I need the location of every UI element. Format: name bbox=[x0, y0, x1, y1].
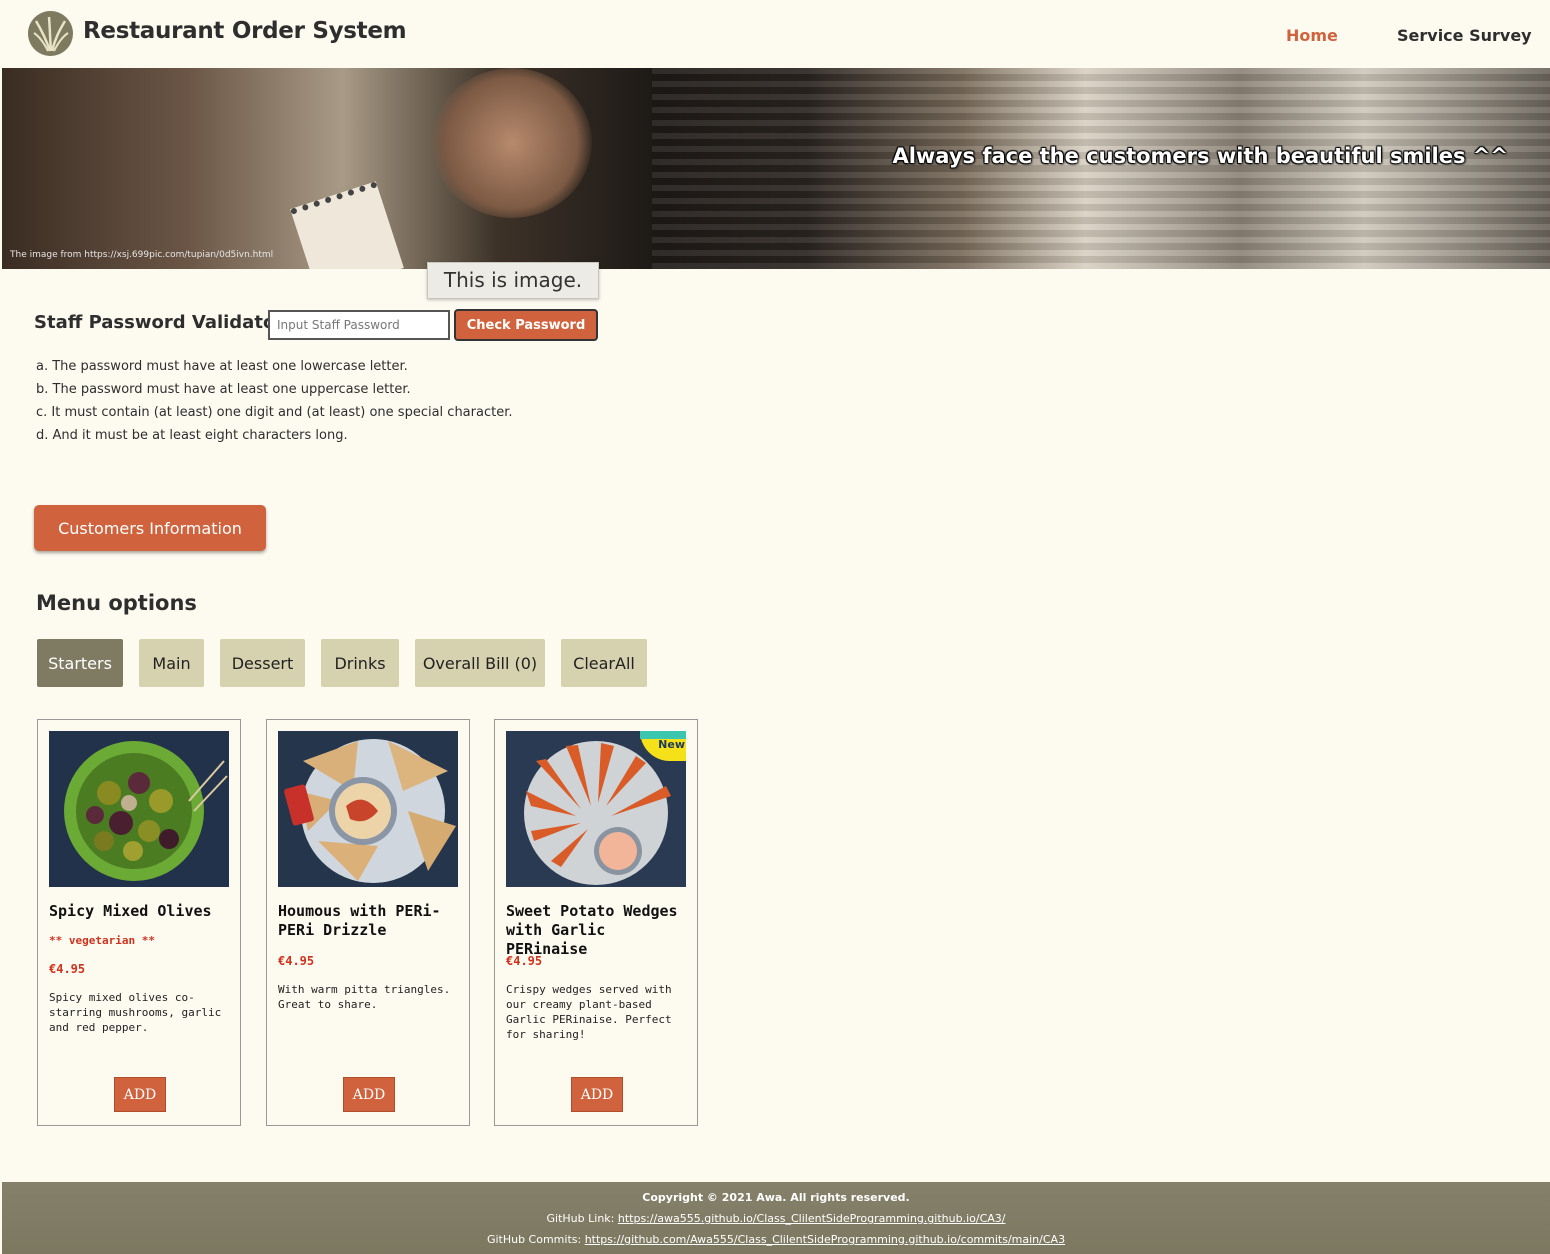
header: Restaurant Order System Home Service Sur… bbox=[0, 0, 1550, 68]
add-to-order-button[interactable]: ADD bbox=[571, 1077, 623, 1112]
houmous-dish-image bbox=[278, 731, 458, 887]
banner-caption: Always face the customers with beautiful… bbox=[892, 144, 1508, 168]
menu-item-card: New Sweet Potato Wedges with Garlic PERi… bbox=[494, 719, 698, 1126]
app-title: Restaurant Order System bbox=[83, 18, 407, 44]
banner-image-credit: The image from https://xsj.699pic.com/tu… bbox=[10, 250, 274, 260]
customers-information-button[interactable]: Customers Information bbox=[34, 505, 266, 551]
tab-starters[interactable]: Starters bbox=[37, 639, 123, 687]
tab-drinks[interactable]: Drinks bbox=[321, 639, 399, 687]
tab-clear-all[interactable]: ClearAll bbox=[561, 639, 647, 687]
footer-github-label: GitHub Link: bbox=[546, 1212, 615, 1225]
menu-item-price: €4.95 bbox=[49, 962, 86, 976]
banner-blinds-overlay bbox=[652, 68, 1550, 269]
menu-item-name: Spicy Mixed Olives bbox=[49, 902, 212, 920]
footer: Copyright © 2021 Awa. All rights reserve… bbox=[2, 1182, 1550, 1254]
menu-item-name: Sweet Potato Wedges with Garlic PERinais… bbox=[506, 902, 678, 958]
footer-commits-link[interactable]: https://github.com/Awa555/Class_ClilentS… bbox=[585, 1233, 1065, 1246]
menu-item-price: €4.95 bbox=[506, 954, 543, 968]
tab-dessert[interactable]: Dessert bbox=[220, 639, 305, 687]
footer-commits-line: GitHub Commits: https://github.com/Awa55… bbox=[2, 1233, 1550, 1246]
footer-github-link[interactable]: https://awa555.github.io/Class_ClilentSi… bbox=[618, 1212, 1006, 1225]
menu-item-description: Spicy mixed olives co-starring mushrooms… bbox=[49, 991, 222, 1034]
banner-notepad-figure bbox=[290, 181, 404, 269]
password-rule: b. The password must have at least one u… bbox=[36, 382, 411, 397]
password-rule: a. The password must have at least one l… bbox=[36, 359, 408, 374]
new-badge-label: New bbox=[658, 738, 685, 751]
add-to-order-button[interactable]: ADD bbox=[343, 1077, 395, 1112]
password-rules-list: a. The password must have at least one l… bbox=[36, 355, 512, 447]
menu-item-price: €4.95 bbox=[278, 954, 315, 968]
menu-item-description: Crispy wedges served with our creamy pla… bbox=[506, 983, 672, 1041]
image-tooltip: This is image. bbox=[427, 262, 599, 299]
password-validator-label: Staff Password Validator bbox=[34, 312, 285, 333]
footer-commits-label: GitHub Commits: bbox=[486, 1233, 582, 1246]
vegetarian-tag: ** vegetarian ** bbox=[49, 934, 155, 947]
hero-banner-image: Always face the customers with beautiful… bbox=[2, 68, 1550, 269]
menu-item-name: Houmous with PERi-PERi Drizzle bbox=[278, 902, 441, 939]
add-to-order-button[interactable]: ADD bbox=[114, 1077, 166, 1112]
menu-heading: Menu options bbox=[36, 591, 197, 615]
password-rule: d. And it must be at least eight charact… bbox=[36, 428, 348, 443]
tab-overall-bill[interactable]: Overall Bill (0) bbox=[415, 639, 545, 687]
menu-item-card: Houmous with PERi-PERi Drizzle €4.95 Wit… bbox=[266, 719, 470, 1126]
olives-dish-image bbox=[49, 731, 229, 887]
check-password-button[interactable]: Check Password bbox=[454, 309, 598, 341]
staff-password-input[interactable] bbox=[268, 310, 450, 340]
tab-main[interactable]: Main bbox=[139, 639, 204, 687]
sweet-potato-wedges-image: New bbox=[506, 731, 686, 887]
banner-waiter-figure bbox=[432, 68, 592, 218]
menu-item-description: With warm pitta triangles. Great to shar… bbox=[278, 983, 451, 1011]
new-badge-stripe bbox=[640, 731, 686, 739]
footer-copyright: Copyright © 2021 Awa. All rights reserve… bbox=[642, 1191, 910, 1204]
leaf-logo-icon bbox=[28, 11, 73, 56]
password-rule: c. It must contain (at least) one digit … bbox=[36, 405, 513, 420]
menu-item-card: Spicy Mixed Olives ** vegetarian ** €4.9… bbox=[37, 719, 241, 1126]
footer-github-line: GitHub Link: https://awa555.github.io/Cl… bbox=[2, 1212, 1550, 1225]
nav-service-survey-link[interactable]: Service Survey bbox=[1397, 26, 1532, 45]
nav-home-link[interactable]: Home bbox=[1286, 26, 1338, 45]
